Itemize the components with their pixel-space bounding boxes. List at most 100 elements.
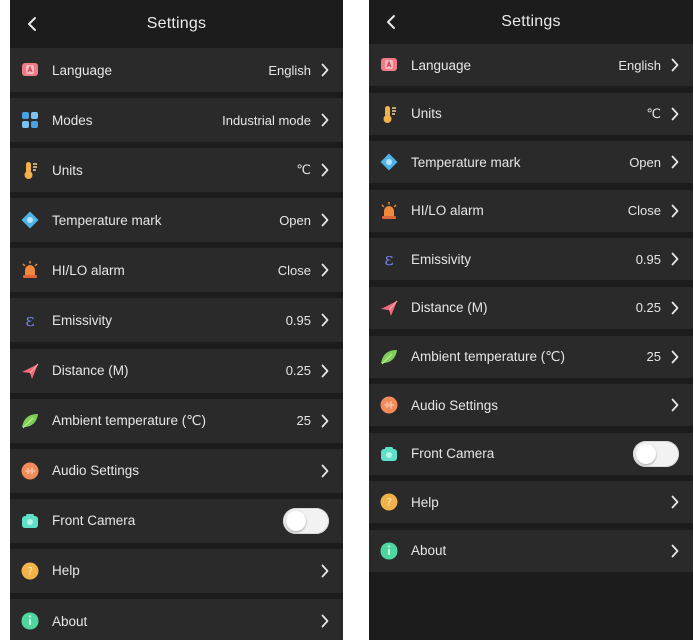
settings-item-label: Language bbox=[411, 57, 472, 73]
thermometer-icon bbox=[379, 104, 399, 124]
chevron-left-icon bbox=[28, 17, 36, 31]
settings-item-label: Temperature mark bbox=[411, 154, 521, 170]
audio-icon bbox=[379, 395, 399, 415]
chevron-right-icon bbox=[669, 349, 681, 365]
settings-item-label: Ambient temperature (℃) bbox=[52, 412, 206, 428]
settings-item-value: English bbox=[618, 57, 661, 73]
chevron-right-icon bbox=[319, 312, 331, 328]
settings-item-audio-settings[interactable]: Audio Settings bbox=[369, 384, 693, 427]
settings-item-language[interactable]: Language English bbox=[10, 48, 343, 92]
svg-text:?: ? bbox=[386, 496, 392, 509]
toggle-knob bbox=[286, 510, 306, 531]
settings-item-audio-settings[interactable]: Audio Settings bbox=[10, 448, 343, 493]
chevron-right-icon bbox=[319, 563, 331, 579]
about-icon bbox=[379, 541, 399, 561]
settings-item-label: HI/LO alarm bbox=[411, 203, 484, 219]
page-title: Settings bbox=[146, 15, 207, 32]
settings-item-help[interactable]: ? Help bbox=[369, 481, 693, 524]
settings-item-temperature-mark[interactable]: Temperature mark Open bbox=[369, 141, 693, 184]
settings-item-label: Front Camera bbox=[52, 513, 136, 529]
chevron-right-icon bbox=[319, 363, 331, 379]
chevron-right-icon bbox=[669, 154, 681, 170]
language-icon bbox=[20, 60, 40, 80]
settings-item-hi-lo-alarm[interactable]: HI/LO alarm Close bbox=[369, 189, 693, 232]
leaf-icon bbox=[20, 411, 40, 431]
leaf-icon bbox=[379, 347, 399, 367]
settings-list: Language English Modes Industrial mode U… bbox=[10, 48, 343, 640]
chevron-right-icon bbox=[669, 543, 681, 559]
settings-item-value: 25 bbox=[646, 349, 661, 365]
audio-icon bbox=[20, 461, 40, 481]
settings-item-label: Units bbox=[411, 106, 442, 122]
settings-item-value: Open bbox=[629, 154, 661, 170]
settings-item-label: Ambient temperature (℃) bbox=[411, 348, 565, 364]
chevron-right-icon bbox=[319, 212, 331, 228]
chevron-right-icon bbox=[319, 262, 331, 278]
page-title: Settings bbox=[501, 13, 561, 30]
header: Settings bbox=[369, 0, 693, 44]
settings-item-value: English bbox=[268, 62, 311, 78]
alarm-icon bbox=[379, 201, 399, 221]
settings-item-units[interactable]: Units ℃ bbox=[369, 92, 693, 135]
settings-item-value: 0.95 bbox=[285, 312, 311, 328]
settings-item-emissivity[interactable]: ε Emissivity 0.95 bbox=[369, 238, 693, 281]
front-camera-toggle[interactable] bbox=[283, 507, 329, 534]
thermometer-icon bbox=[20, 160, 40, 180]
temperature-mark-icon bbox=[20, 210, 40, 230]
settings-item-label: Distance (M) bbox=[52, 363, 129, 379]
settings-item-value: 0.25 bbox=[635, 300, 661, 316]
chevron-right-icon bbox=[669, 106, 681, 122]
chevron-right-icon bbox=[319, 62, 331, 78]
settings-item-help[interactable]: ? Help bbox=[10, 548, 343, 593]
settings-item-language[interactable]: Language English bbox=[369, 44, 693, 86]
settings-item-label: Help bbox=[52, 563, 80, 579]
svg-text:ε: ε bbox=[25, 310, 34, 330]
settings-item-hi-lo-alarm[interactable]: HI/LO alarm Close bbox=[10, 248, 343, 293]
chevron-right-icon bbox=[669, 203, 681, 219]
chevron-left-icon bbox=[387, 15, 395, 29]
distance-icon bbox=[379, 298, 399, 318]
settings-item-units[interactable]: Units ℃ bbox=[10, 148, 343, 193]
distance-icon bbox=[20, 361, 40, 381]
temperature-mark-icon bbox=[379, 152, 399, 172]
settings-item-ambient-temperature[interactable]: Ambient temperature (℃) 25 bbox=[369, 335, 693, 378]
settings-item-temperature-mark[interactable]: Temperature mark Open bbox=[10, 198, 343, 243]
chevron-right-icon bbox=[319, 613, 331, 629]
settings-item-label: Modes bbox=[52, 112, 93, 128]
front-camera-toggle[interactable] bbox=[633, 440, 679, 467]
settings-item-value: Open bbox=[279, 212, 311, 228]
chevron-right-icon bbox=[319, 112, 331, 128]
emissivity-icon: ε bbox=[379, 249, 399, 269]
settings-screen-left: Settings Language English Modes Industri… bbox=[10, 0, 343, 640]
settings-item-emissivity[interactable]: ε Emissivity 0.95 bbox=[10, 298, 343, 343]
settings-item-value: 0.95 bbox=[635, 251, 661, 267]
chevron-right-icon bbox=[319, 413, 331, 429]
chevron-right-icon bbox=[669, 251, 681, 267]
svg-text:ε: ε bbox=[384, 249, 393, 269]
settings-item-ambient-temperature[interactable]: Ambient temperature (℃) 25 bbox=[10, 398, 343, 443]
camera-icon bbox=[379, 444, 399, 464]
settings-item-value: ℃ bbox=[296, 162, 311, 178]
settings-item-distance[interactable]: Distance (M) 0.25 bbox=[369, 286, 693, 329]
back-button[interactable] bbox=[22, 12, 42, 36]
settings-item-label: Audio Settings bbox=[52, 463, 140, 479]
chevron-right-icon bbox=[669, 397, 681, 413]
toggle-knob bbox=[636, 443, 656, 464]
settings-item-value: Close bbox=[627, 203, 661, 219]
settings-item-label: Help bbox=[411, 494, 439, 510]
chevron-right-icon bbox=[669, 300, 681, 316]
settings-item-distance[interactable]: Distance (M) 0.25 bbox=[10, 348, 343, 393]
settings-item-label: Temperature mark bbox=[52, 212, 162, 228]
settings-item-value: Close bbox=[277, 262, 311, 278]
chevron-right-icon bbox=[669, 57, 681, 73]
back-button[interactable] bbox=[381, 10, 401, 34]
settings-item-about[interactable]: About bbox=[369, 529, 693, 572]
settings-item-label: Language bbox=[52, 62, 113, 78]
alarm-icon bbox=[20, 260, 40, 280]
settings-item-front-camera: Front Camera bbox=[369, 432, 693, 475]
settings-item-about[interactable]: About bbox=[10, 599, 343, 640]
settings-item-label: Distance (M) bbox=[411, 300, 488, 316]
help-icon: ? bbox=[20, 561, 40, 581]
header: Settings bbox=[10, 0, 343, 48]
settings-item-modes[interactable]: Modes Industrial mode bbox=[10, 98, 343, 143]
